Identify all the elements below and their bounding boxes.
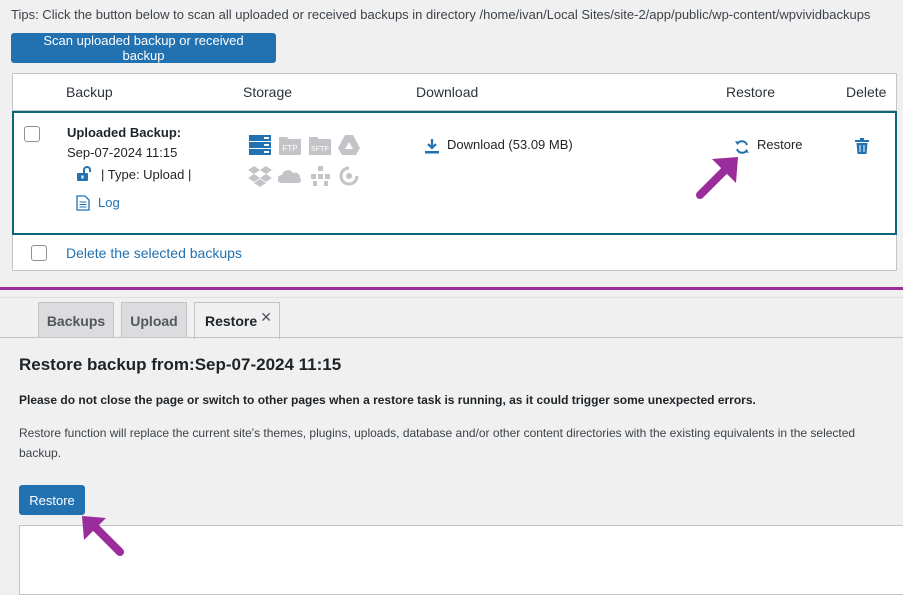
backups-table: Backup Storage Download Restore Delete U… — [12, 73, 897, 271]
log-icon — [76, 195, 90, 211]
restore-warning: Please do not close the page or switch t… — [19, 393, 756, 407]
header-storage: Storage — [243, 84, 293, 100]
ftp-label: FTP — [282, 144, 297, 153]
backup-title: Uploaded Backup: — [67, 125, 182, 140]
log-link[interactable]: Log — [98, 195, 120, 210]
restore-panel: Backups Upload Restore ✕ Restore backup … — [0, 297, 903, 595]
delete-selected-link[interactable]: Delete the selected backups — [66, 245, 242, 261]
scan-backups-button[interactable]: Scan uploaded backup or received backup — [11, 33, 276, 63]
restore-description: Restore function will replace the curren… — [19, 426, 856, 460]
tab-upload-label: Upload — [130, 312, 178, 329]
backup-type: | Type: Upload | — [101, 167, 192, 182]
download-link[interactable]: Download (53.09 MB) — [447, 137, 573, 152]
tab-backups-label: Backups — [46, 312, 106, 329]
trash-icon[interactable] — [855, 138, 869, 154]
restore-button[interactable]: Restore — [19, 485, 85, 515]
table-header: Backup Storage Download Restore Delete — [13, 74, 896, 111]
tab-upload[interactable]: Upload — [121, 302, 187, 338]
google-drive-icon — [338, 135, 360, 155]
restore-link[interactable]: Restore — [757, 137, 803, 152]
header-download: Download — [416, 84, 479, 100]
tab-restore[interactable]: Restore ✕ — [194, 302, 280, 339]
s3-icon — [311, 166, 330, 186]
arrow-annotation-icon — [82, 516, 124, 556]
section-divider — [0, 287, 903, 290]
backup-date: Sep-07-2024 11:15 — [67, 145, 178, 160]
download-icon[interactable] — [424, 138, 440, 154]
restore-log-area — [19, 525, 903, 595]
table-row: Uploaded Backup: Sep-07-2024 11:15 | Typ… — [12, 111, 897, 235]
tab-restore-label: Restore — [205, 313, 258, 329]
wasabi-icon — [339, 166, 359, 186]
row-checkbox[interactable] — [24, 126, 40, 142]
header-restore: Restore — [726, 84, 776, 100]
select-all-checkbox[interactable] — [31, 245, 47, 261]
tabs-underline — [0, 337, 903, 338]
close-icon[interactable]: ✕ — [260, 309, 272, 326]
sftp-label: SFTP — [311, 146, 329, 153]
tips-text: Tips: Click the button below to scan all… — [11, 7, 871, 22]
restore-title: Restore backup from:Sep-07-2024 11:15 — [19, 355, 342, 374]
header-backup: Backup — [66, 84, 113, 100]
local-storage-icon — [249, 135, 271, 155]
tab-backups[interactable]: Backups — [38, 302, 114, 338]
onedrive-icon — [278, 170, 301, 183]
dropbox-icon — [248, 166, 272, 187]
sftp-icon: SFTP — [309, 137, 331, 155]
header-delete: Delete — [846, 84, 887, 100]
arrow-annotation-icon — [696, 157, 738, 199]
unlock-icon[interactable] — [76, 166, 92, 182]
ftp-icon: FTP — [279, 137, 301, 155]
